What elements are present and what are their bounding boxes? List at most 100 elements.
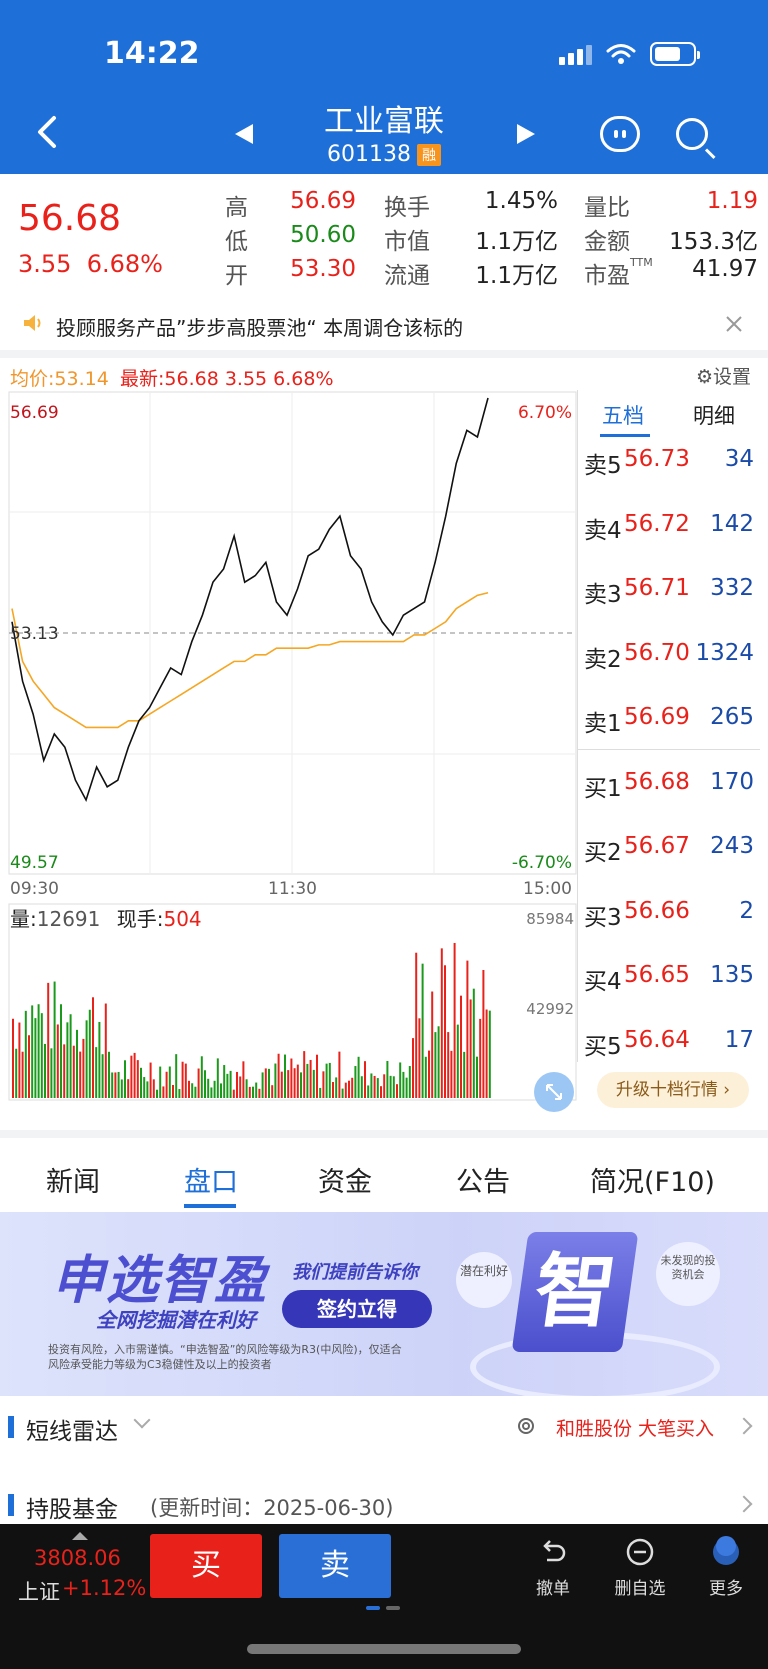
y-high-label: 56.69 [10, 403, 59, 423]
tab-announcement[interactable]: 公告 [456, 1160, 510, 1199]
search-icon[interactable] [676, 118, 708, 150]
bid-row[interactable]: 买5 56.64 17 [584, 1027, 754, 1067]
quote-label: 流通 [384, 263, 430, 289]
expand-chart-button[interactable] [534, 1072, 574, 1112]
sell-button[interactable]: 卖 [279, 1534, 391, 1598]
bid-row[interactable]: 买4 56.65 135 [584, 962, 754, 1002]
volume-bar [245, 1079, 248, 1098]
battery-icon [650, 42, 700, 66]
ask-row[interactable]: 卖4 56.72 142 [584, 511, 754, 551]
ask-row[interactable]: 卖2 56.70 1324 [584, 640, 754, 680]
level-label: 买4 [584, 969, 622, 995]
next-stock-icon[interactable] [517, 124, 535, 144]
notice-text: 投顾服务产品”步步高股票池“ 本周调仓该标的 [56, 316, 464, 340]
volume-bar [360, 1076, 363, 1098]
index-expand-icon[interactable] [72, 1532, 88, 1540]
chart-header: 均价:53.14 最新:56.68 3.55 6.68% ⚙设置 [0, 360, 768, 390]
price-change: 3.55 6.68% [18, 250, 163, 278]
bid-row[interactable]: 买1 56.68 170 [584, 769, 754, 809]
index-name: 上证 [18, 1580, 60, 1604]
buy-button[interactable]: 买 [150, 1534, 262, 1598]
level-label: 买2 [584, 840, 622, 866]
tab-funds[interactable]: 资金 [318, 1160, 372, 1199]
volume-bar [204, 1070, 206, 1098]
volume-bar [60, 1004, 62, 1098]
notice-bar[interactable]: 投顾服务产品”步步高股票池“ 本周调仓该标的 [0, 300, 768, 348]
chevron-right-icon[interactable] [735, 1417, 753, 1435]
assistant-icon[interactable] [600, 116, 640, 152]
volume-bar [143, 1077, 146, 1098]
volume-bar [162, 1086, 165, 1098]
volume-bar [325, 1063, 328, 1098]
intraday-chart[interactable]: 56.69 53.13 49.57 6.70% -6.70% 09:30 11:… [0, 388, 578, 1118]
level-volume: 142 [710, 510, 754, 537]
volume-bar [120, 1079, 123, 1098]
quote-value: 1.1万亿 [475, 229, 558, 255]
tab-f10[interactable]: 简况(F10) [590, 1160, 715, 1199]
more-button[interactable]: 更多 [691, 1536, 761, 1599]
volume-bar [386, 1060, 389, 1098]
volume-bar [28, 1035, 30, 1098]
quote-label: 市盈TTM [584, 256, 653, 289]
level-volume: 135 [710, 962, 754, 988]
tab-news[interactable]: 新闻 [46, 1160, 100, 1199]
quote-label: 开 [225, 263, 248, 289]
volume-bar [101, 1054, 104, 1098]
volume-bar [232, 1089, 235, 1098]
volume-bar [56, 1024, 59, 1098]
remove-watchlist-button[interactable]: 删自选 [605, 1536, 675, 1599]
banner-disclaimer: 投资有风险，入市需谨慎。“申选智盈”的风险等级为R3(中风险)，仅适合风险承受能… [48, 1343, 402, 1371]
ask-row[interactable]: 卖5 56.73 34 [584, 446, 754, 486]
ask-row[interactable]: 卖1 56.69 265 [584, 704, 754, 744]
tab-detail[interactable]: 明细 [693, 400, 735, 430]
volume-bar [181, 1061, 184, 1098]
quote-label: 低 [225, 229, 248, 255]
tab-five-levels[interactable]: 五档 [602, 400, 644, 430]
volume-bar [290, 1058, 293, 1098]
bid-row[interactable]: 买2 56.67 243 [584, 833, 754, 873]
volume-bar [111, 1072, 114, 1098]
volume-bar [338, 1051, 341, 1098]
quote-label: 高 [225, 195, 248, 221]
vol-high-label: 85984 [526, 910, 574, 928]
volume-bar [82, 1038, 85, 1098]
volume-bar [300, 1072, 302, 1098]
volume-bar [236, 1071, 238, 1098]
ask-row[interactable]: 卖3 56.71 332 [584, 575, 754, 615]
volume-bar [255, 1082, 258, 1098]
chart-settings-button[interactable]: ⚙设置 [696, 362, 751, 389]
chevron-right-icon[interactable] [735, 1495, 753, 1513]
volume-bar [159, 1066, 162, 1098]
chevron-down-icon[interactable] [133, 1411, 151, 1429]
cancel-order-button[interactable]: 撤单 [518, 1536, 588, 1599]
pct-low-label: -6.70% [512, 853, 572, 873]
gear-icon[interactable] [515, 1415, 537, 1437]
volume-frame [8, 903, 577, 1101]
volume-bar [450, 1050, 453, 1098]
volume-bar [88, 1009, 91, 1098]
divider [0, 350, 768, 358]
index-value[interactable]: 3808.06 [34, 1546, 121, 1570]
level-price: 56.73 [624, 446, 690, 472]
upgrade-ten-levels-button[interactable]: 升级十档行情 › [597, 1072, 749, 1108]
tab-handicap[interactable]: 盘口 [184, 1160, 238, 1199]
volume-bar [488, 1010, 491, 1098]
short-term-radar-row[interactable]: 短线雷达 和胜股份 大笔买入 [0, 1400, 768, 1456]
close-icon[interactable] [722, 312, 746, 336]
volume-bar [463, 1051, 466, 1098]
volume-bar [485, 1009, 488, 1098]
volume-bar [373, 1075, 376, 1098]
volume-bar [220, 1083, 222, 1098]
banner-sign-button[interactable]: 签约立得 [282, 1290, 432, 1328]
volume-bar [277, 1053, 280, 1098]
volume-bar [370, 1073, 373, 1098]
time-label-start: 09:30 [10, 879, 59, 899]
volume-bar [447, 1032, 450, 1098]
promo-banner[interactable]: 申选智盈 全网挖掘潜在利好 我们提前告诉你 签约立得 投资有风险，入市需谨慎。“… [0, 1212, 768, 1396]
banner-big-character: 智 [511, 1232, 639, 1352]
volume-bar [296, 1064, 299, 1098]
time-label-mid: 11:30 [268, 879, 317, 899]
stock-name: 工业富联 [324, 104, 444, 139]
level-volume: 17 [724, 1026, 754, 1053]
bid-row[interactable]: 买3 56.66 2 [584, 898, 754, 938]
